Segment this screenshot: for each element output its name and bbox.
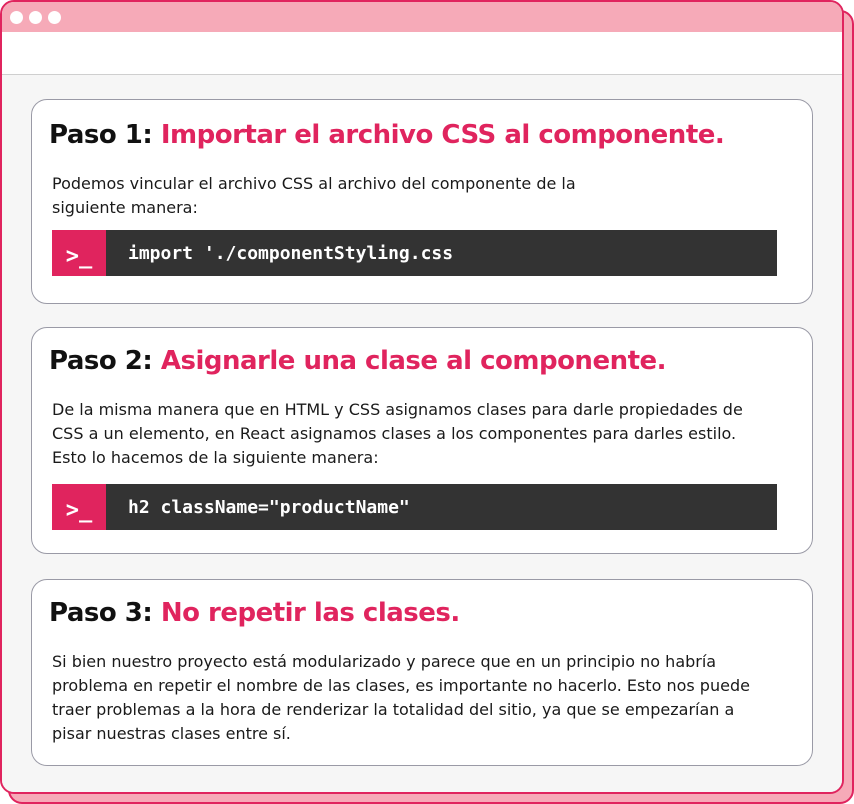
step-card-2: Paso 2: Asignarle una clase al component… [31, 327, 813, 554]
step-heading: Paso 1: Importar el archivo CSS al compo… [49, 120, 725, 150]
step-heading: Paso 2: Asignarle una clase al component… [49, 346, 667, 376]
window-close-dot[interactable] [10, 10, 23, 24]
browser-window: Paso 1: Importar el archivo CSS al compo… [0, 0, 844, 794]
step-label: Paso 3: [49, 598, 153, 628]
code-line: import './componentStyling.css [128, 242, 454, 264]
step-card-1: Paso 1: Importar el archivo CSS al compo… [31, 99, 813, 304]
address-bar [2, 32, 842, 75]
title-bar [2, 2, 842, 32]
window-minimize-dot[interactable] [29, 10, 42, 24]
step-body: De la misma manera que en HTML y CSS asi… [52, 400, 743, 467]
step-heading: Paso 3: No repetir las clases. [49, 598, 460, 628]
code-block: >_ import './componentStyling.css [52, 230, 777, 276]
terminal-prompt-icon: >_ [52, 484, 106, 530]
code-line: h2 className="productName" [128, 496, 410, 518]
step-title: No repetir las clases. [160, 598, 460, 628]
step-card-3: Paso 3: No repetir las clases. Si bien n… [31, 579, 813, 766]
terminal-prompt-icon: >_ [52, 230, 106, 276]
window-maximize-dot[interactable] [48, 10, 61, 24]
step-body: Podemos vincular el archivo CSS al archi… [52, 174, 576, 217]
step-body: Si bien nuestro proyecto está modulariza… [52, 652, 750, 743]
code-block: >_ h2 className="productName" [52, 484, 777, 530]
page-content: Paso 1: Importar el archivo CSS al compo… [2, 75, 842, 792]
step-label: Paso 1: [49, 120, 153, 150]
step-title: Importar el archivo CSS al componente. [160, 120, 725, 150]
step-title: Asignarle una clase al componente. [160, 346, 667, 376]
step-label: Paso 2: [49, 346, 153, 376]
